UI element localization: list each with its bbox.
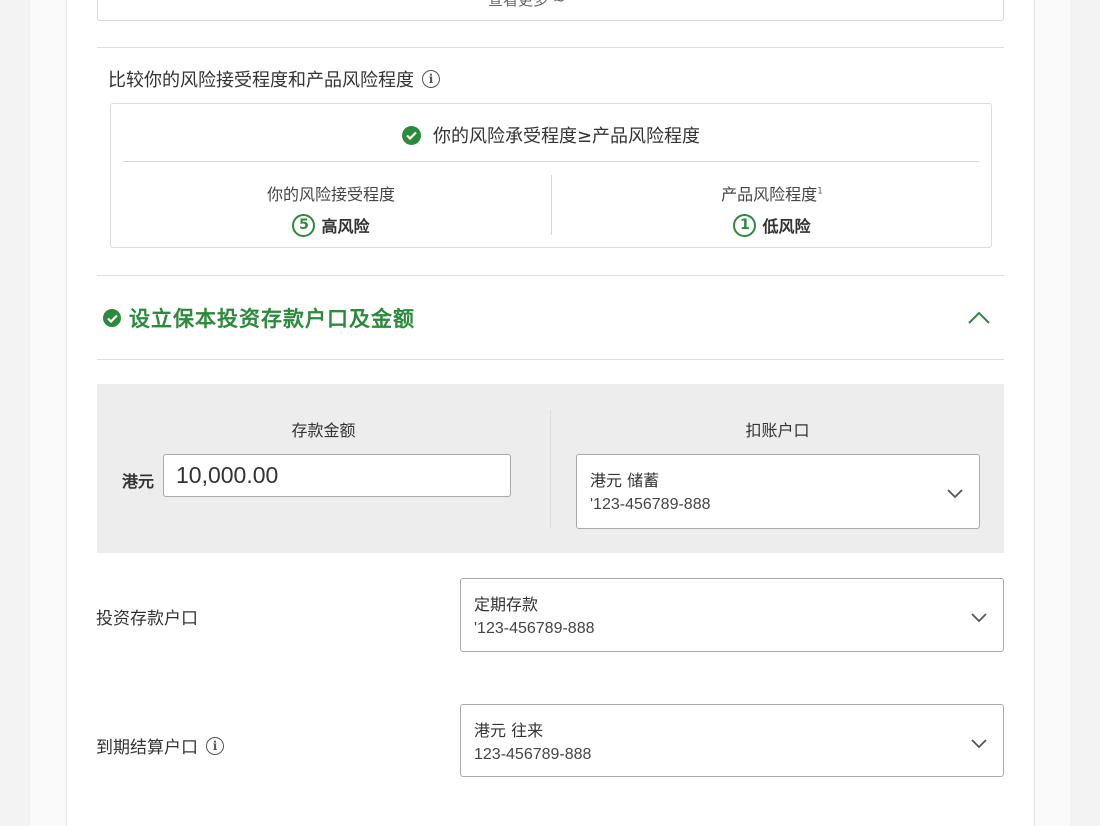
investment-account-row-label: 投资存款户口: [96, 604, 198, 629]
deposit-amount-label: 存款金额: [291, 421, 356, 440]
settlement-account-select[interactable]: 港元 往来 123-456789-888: [460, 704, 1004, 777]
divider: [97, 359, 1004, 360]
info-icon[interactable]: i: [422, 70, 440, 88]
risk-level-badge: 1: [733, 213, 757, 237]
customer-risk-level-text: 高风险: [321, 217, 370, 236]
product-risk-label: 产品风险程度1: [552, 181, 992, 205]
chevron-down-icon: [947, 484, 963, 499]
settlement-account-label: 到期结算户口: [96, 738, 198, 758]
customer-risk-value: 5 高风险: [292, 213, 370, 237]
investment-account-select[interactable]: 定期存款 '123-456789-888: [460, 578, 1004, 652]
investment-account-number: '123-456789-888: [474, 620, 595, 637]
investment-account-name: 定期存款: [474, 595, 539, 614]
customer-risk-label: 你的风险接受程度: [266, 185, 395, 204]
check-circle-icon: [103, 309, 121, 327]
product-risk-column: 产品风险程度1 1 低风险: [552, 181, 992, 237]
settlement-account-row-label: 到期结算户口 i: [96, 733, 224, 758]
customer-risk-column: 你的风险接受程度 5 高风险: [111, 181, 551, 237]
risk-level-badge: 5: [292, 213, 316, 237]
product-risk-value: 1 低风险: [733, 213, 811, 237]
risk-match-text: 你的风险承受程度≥产品风险程度: [432, 126, 701, 147]
risk-comparison-title-text: 比较你的风险接受程度和产品风险程度: [108, 70, 414, 91]
chevron-down-icon: [971, 734, 987, 749]
product-risk-label-text: 产品风险程度: [721, 185, 818, 204]
show-more-text: 查看更多 ~: [488, 0, 566, 9]
divider: [97, 275, 1004, 276]
chevron-up-icon[interactable]: [968, 309, 990, 325]
settlement-account-number: 123-456789-888: [474, 746, 592, 763]
divider: [123, 161, 979, 162]
risk-comparison-title: 比较你的风险接受程度和产品风险程度 i: [108, 66, 440, 92]
section-title: 设立保本投资存款户口及金额: [129, 307, 415, 331]
check-circle-icon: [401, 125, 421, 145]
currency-label: 港元: [122, 472, 155, 491]
chevron-down-icon: [971, 608, 987, 623]
settlement-account-name: 港元 往来: [474, 721, 544, 740]
debit-account-select[interactable]: 港元 储蓄 '123-456789-888: [576, 454, 980, 529]
product-risk-level-text: 低风险: [762, 217, 811, 236]
footnote-marker[interactable]: 1: [817, 187, 823, 197]
show-more-box[interactable]: 查看更多 ~: [97, 0, 1004, 21]
divider: [97, 47, 1004, 48]
investment-account-label: 投资存款户口: [96, 609, 198, 629]
deposit-panel: 存款金额 港元 10,000.00 扣账户口 港元 储蓄 '123-456789…: [97, 384, 1004, 553]
debit-account-name: 港元 储蓄: [590, 471, 660, 490]
risk-match-row: 你的风险承受程度≥产品风险程度: [111, 122, 991, 148]
debit-account-number: '123-456789-888: [590, 496, 711, 513]
risk-comparison-box: 你的风险承受程度≥产品风险程度 你的风险接受程度 5 高风险 产品风险程度1 1…: [110, 103, 992, 248]
deposit-amount-input[interactable]: 10,000.00: [163, 454, 511, 497]
section-header[interactable]: 设立保本投资存款户口及金额: [103, 303, 415, 333]
info-icon[interactable]: i: [206, 736, 224, 755]
debit-account-label: 扣账户口: [745, 421, 810, 440]
